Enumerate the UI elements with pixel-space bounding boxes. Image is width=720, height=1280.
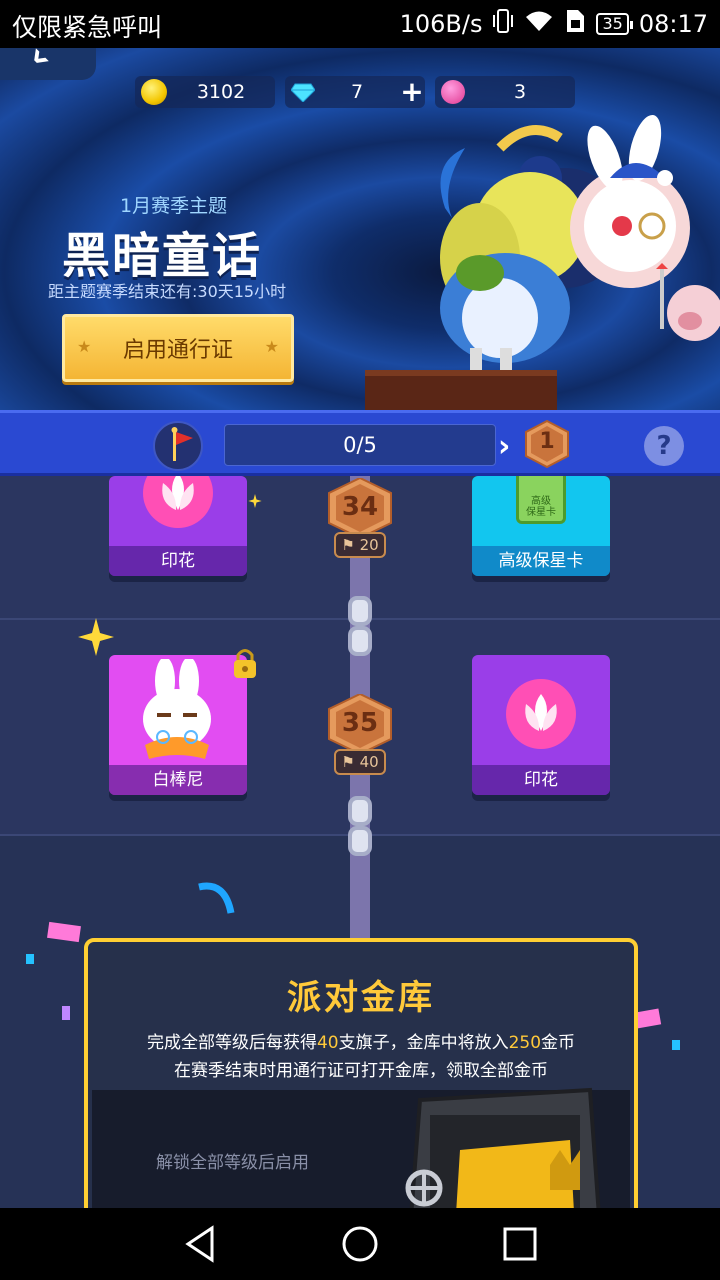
sim-icon	[564, 8, 586, 40]
star-icon: ★	[77, 337, 92, 356]
flag-progress-bar: 0/5	[224, 424, 496, 466]
flag-count: 20	[359, 536, 379, 554]
pass-progress-strip: 0/5 › 1 ?	[0, 410, 720, 476]
chain-link	[348, 626, 372, 656]
confetti-piece	[62, 1006, 70, 1020]
stamp-icon	[143, 476, 213, 528]
reward-card-star-protect[interactable]: 高级 保星卡 高级保星卡	[472, 476, 610, 576]
battery-icon: 35	[596, 13, 634, 35]
reward-card-costume[interactable]: 白棒尼	[109, 655, 247, 795]
activate-pass-label: 启用通行证	[122, 338, 233, 363]
vault-text: 完成全部等级后每获得	[146, 1033, 317, 1053]
pedestal	[365, 370, 557, 410]
ticket-value: 3	[513, 81, 527, 103]
red-flag-icon	[171, 427, 193, 461]
coin-counter: 3102	[135, 76, 275, 108]
reward-label: 印花	[472, 765, 610, 795]
bunny-costume-icon	[143, 659, 211, 759]
vault-title: 派对金库	[287, 978, 435, 1018]
reward-card-stamp[interactable]: 印花	[109, 476, 247, 576]
vault-description-line2: 在赛季结束时用通行证可打开金库，领取全部金币	[174, 1061, 548, 1081]
season-countdown: 距主题赛季结束还有:30天15小时	[48, 282, 287, 301]
vault-locked-text: 解锁全部等级后启用	[156, 1153, 309, 1173]
add-diamond-button[interactable]: +	[399, 76, 425, 108]
wifi-icon	[524, 9, 554, 39]
vault-text: 支旗子，金库中将放入	[338, 1033, 509, 1053]
next-level-number: 1	[539, 429, 555, 454]
level-hex-34: 34	[327, 476, 393, 540]
back-triangle-icon[interactable]	[178, 1222, 222, 1266]
activate-pass-button[interactable]: ★ 启用通行证 ★	[62, 314, 294, 382]
diamond-counter: 7 +	[285, 76, 425, 108]
level-hex-35: 35	[327, 692, 393, 756]
diamond-value: 7	[350, 81, 364, 103]
system-nav-bar	[0, 1208, 720, 1280]
season-subtitle: 1月赛季主题	[120, 195, 228, 217]
level-number: 34	[341, 492, 379, 522]
reward-label: 高级保星卡	[472, 546, 610, 576]
season-title: 黑暗童话	[62, 228, 263, 284]
reward-track[interactable]: 34 ⚑ 20 印花 高级 保星卡 高级保星卡 35 ⚑ 40 白棒尼 印花 派…	[0, 476, 720, 1208]
status-bar-right: 106B/s 35 08:17	[400, 8, 708, 40]
flag-badge	[153, 421, 203, 471]
confetti-piece	[47, 921, 81, 943]
flag-count: 40	[359, 753, 379, 771]
coin-value: 3102	[196, 81, 246, 103]
star-protect-card-icon: 高级 保星卡	[516, 476, 566, 524]
level-number: 35	[341, 708, 379, 738]
season-banner: ‹ 3102 7 + 3 1月赛季主题 黑暗童话 距主题赛季结束还有:30天15…	[0, 48, 720, 410]
ticket-icon	[441, 80, 465, 104]
vault-coin-amount: 250	[508, 1033, 542, 1053]
sparkle-icon	[78, 618, 114, 656]
party-vault-panel: 派对金库 完成全部等级后每获得40支旗子，金库中将放入250金币 在赛季结束时用…	[84, 938, 638, 1208]
safe-icon	[405, 1087, 601, 1208]
chain-link	[348, 596, 372, 626]
stamp-icon	[506, 679, 576, 749]
ticket-counter: 3	[435, 76, 575, 108]
arrow-right-icon: ›	[498, 429, 511, 464]
currency-bar: 3102 7 + 3	[135, 76, 575, 108]
level-flag-requirement: ⚑ 20	[334, 532, 386, 558]
back-button[interactable]: ‹	[0, 48, 96, 80]
confetti-piece	[26, 954, 34, 964]
confetti-ribbon	[198, 882, 235, 914]
reward-label: 白棒尼	[109, 765, 247, 795]
star-icon: ★	[264, 337, 279, 356]
vault-text: 金币	[541, 1033, 576, 1053]
coin-icon	[141, 79, 167, 105]
clock: 08:17	[638, 10, 708, 38]
lock-icon	[234, 649, 256, 678]
game-screen: ‹ 3102 7 + 3 1月赛季主题 黑暗童话 距主题赛季结束还有:30天15…	[0, 48, 720, 1208]
vibrate-icon	[492, 8, 514, 40]
net-speed: 106B/s	[399, 10, 483, 38]
current-level-hex: 1	[525, 419, 569, 469]
sparkle-icon	[248, 494, 262, 508]
help-button[interactable]: ?	[644, 426, 684, 466]
reward-label: 印花	[109, 546, 247, 576]
chain-link	[348, 826, 372, 856]
pig-character-art	[656, 263, 720, 341]
vault-flag-amount: 40	[316, 1033, 339, 1053]
level-flag-requirement: ⚑ 40	[334, 749, 386, 775]
vault-description-line1: 完成全部等级后每获得40支旗子，金库中将放入250金币	[88, 1028, 634, 1053]
chain-link	[348, 796, 372, 826]
confetti-piece	[672, 1040, 680, 1050]
recents-square-icon[interactable]	[498, 1222, 542, 1266]
status-bar: 仅限紧急呼叫 106B/s 35 08:17	[0, 0, 720, 48]
home-circle-icon[interactable]	[338, 1222, 382, 1266]
carrier-text: 仅限紧急呼叫	[12, 13, 163, 42]
reward-card-stamp[interactable]: 印花	[472, 655, 610, 795]
diamond-icon	[291, 83, 315, 102]
back-arrow-icon: ‹	[16, 48, 61, 80]
